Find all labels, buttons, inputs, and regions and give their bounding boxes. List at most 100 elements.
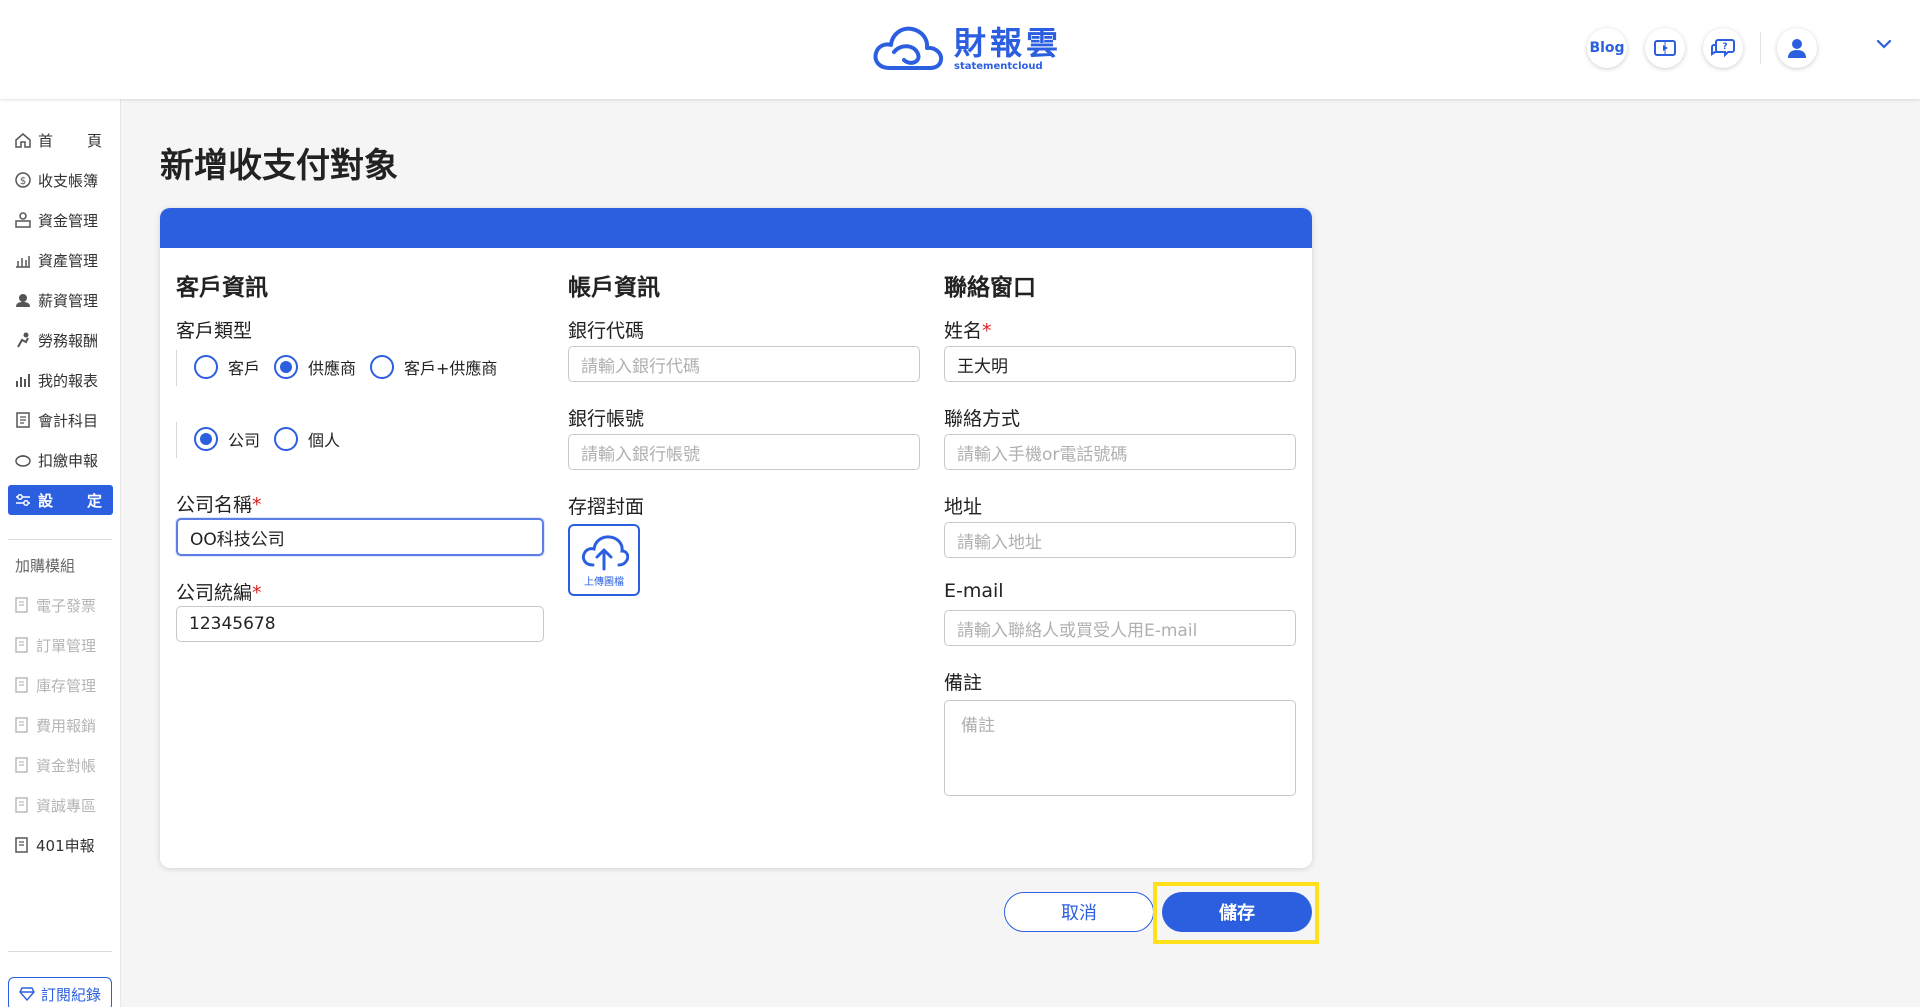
upload-image-button[interactable]: 上傳圖檔	[568, 524, 640, 596]
radio-individual[interactable]: 個人	[274, 427, 340, 451]
radio-circle	[274, 427, 298, 451]
sidebar-item-funds[interactable]: 資金管理	[8, 205, 113, 235]
tax-id-input[interactable]: 12345678	[176, 606, 544, 642]
subscription-label: 訂閱紀錄	[40, 985, 101, 1004]
bank-account-label: 銀行帳號	[568, 408, 645, 430]
sidebar-addon-reconcile[interactable]: 資金對帳	[8, 750, 113, 780]
contact-method-input[interactable]: 請輸入手機or電話號碼	[944, 434, 1296, 470]
report-bars-icon	[16, 374, 30, 387]
account-section-title: 帳戶資訊	[568, 275, 660, 301]
radio-label: 個人	[308, 431, 341, 450]
labor-icon	[17, 332, 29, 348]
video-book-icon	[1654, 40, 1676, 56]
radio-group-bar	[176, 422, 177, 458]
radio-circle-checked	[194, 427, 218, 451]
radio-circle-checked	[274, 355, 298, 379]
sidebar-item-home[interactable]: 首頁	[8, 125, 113, 155]
company-name-input[interactable]: OO科技公司	[176, 518, 544, 556]
bank-account-input[interactable]: 請輸入銀行帳號	[568, 434, 920, 470]
sidebar-addon-401[interactable]: 401申報	[8, 830, 113, 860]
lock-doc-icon	[15, 757, 28, 773]
sidebar-item-label: 庫存管理	[36, 676, 97, 695]
blog-button[interactable]: Blog	[1587, 28, 1627, 68]
upload-label: 上傳圖檔	[584, 576, 624, 588]
sidebar-addon-orders[interactable]: 訂單管理	[8, 630, 113, 660]
email-label: E-mail	[944, 580, 1004, 602]
home-icon	[15, 133, 31, 148]
sidebar-item-labor[interactable]: 勞務報酬	[8, 325, 113, 355]
user-avatar-button[interactable]	[1777, 28, 1817, 68]
contact-name-input[interactable]: 王大明	[944, 346, 1296, 382]
sidebar-addon-inventory[interactable]: 庫存管理	[8, 670, 113, 700]
sidebar-item-label: 資誠專區	[36, 796, 97, 815]
sidebar-item-reports[interactable]: 我的報表	[8, 365, 113, 395]
sidebar-item-label: 定	[86, 491, 102, 510]
app-logo[interactable]: 財報雲 statementcloud	[870, 22, 1062, 76]
cancel-button[interactable]: 取消	[1004, 892, 1154, 932]
bank-code-label: 銀行代碼	[568, 320, 645, 342]
cloud-upload-icon	[581, 534, 629, 570]
sidebar-item-label: 我的報表	[38, 371, 99, 390]
note-textarea[interactable]: 備註	[944, 700, 1296, 796]
contact-name-label: 姓名*	[944, 320, 992, 342]
sidebar-divider	[8, 539, 112, 540]
sidebar-item-label: 費用報銷	[36, 716, 97, 735]
sidebar-item-label: 資金對帳	[36, 756, 97, 775]
radio-customer[interactable]: 客戶	[194, 355, 260, 379]
sidebar-item-label: 資金管理	[38, 211, 99, 230]
help-chat-button[interactable]: ?	[1703, 28, 1743, 68]
blog-label: Blog	[1589, 40, 1625, 56]
lock-doc-icon	[15, 597, 28, 613]
sidebar-addon-expenses[interactable]: 費用報銷	[8, 710, 113, 740]
video-tutorial-button[interactable]	[1645, 28, 1685, 68]
bank-code-input[interactable]: 請輸入銀行代碼	[568, 346, 920, 382]
lock-doc-icon	[15, 677, 28, 693]
sidebar-item-settings[interactable]: 設定	[8, 485, 113, 515]
note-label: 備註	[944, 672, 983, 694]
address-input[interactable]: 請輸入地址	[944, 522, 1296, 558]
sidebar-item-label: 薪資管理	[38, 291, 99, 310]
save-highlight-box	[1153, 882, 1319, 944]
sidebar-item-label: 設	[38, 491, 54, 510]
email-input[interactable]: 請輸入聯絡人或買受人用E-mail	[944, 610, 1296, 646]
radio-supplier[interactable]: 供應商	[274, 355, 356, 379]
svg-text:$: $	[20, 176, 26, 187]
sidebar-item-ledger[interactable]: $ 收支帳簿	[8, 165, 113, 195]
customer-type-label: 客戶類型	[176, 320, 253, 342]
user-icon	[1788, 39, 1806, 58]
sidebar: 首頁 $ 收支帳簿 資金管理 資產管理 薪資管理 勞務報酬 我的報表 會計科目 …	[0, 99, 121, 1007]
sidebar-item-label: 扣繳申報	[38, 451, 99, 470]
sidebar-item-label: 頁	[86, 131, 102, 150]
money-circle-icon: $	[15, 172, 31, 188]
sidebar-item-label: 401申報	[36, 836, 95, 855]
radio-label: 供應商	[308, 359, 357, 378]
addon-group-title: 加購模組	[15, 557, 76, 575]
contact-section-title: 聯絡窗口	[944, 275, 1036, 301]
sidebar-item-assets[interactable]: 資產管理	[8, 245, 113, 275]
diamond-icon	[19, 987, 35, 1001]
doc-icon	[15, 837, 28, 853]
radio-label: 客戶	[228, 359, 261, 378]
radio-customer-supplier[interactable]: 客戶+供應商	[370, 355, 497, 379]
tax-id-label: 公司統編*	[176, 582, 262, 604]
funds-icon	[15, 212, 31, 228]
radio-company[interactable]: 公司	[194, 427, 260, 451]
company-name-label: 公司名稱*	[176, 494, 262, 516]
sidebar-item-withholding[interactable]: 扣繳申報	[8, 445, 113, 475]
radio-group-bar	[176, 350, 177, 386]
address-label: 地址	[944, 496, 983, 518]
sidebar-item-salary[interactable]: 薪資管理	[8, 285, 113, 315]
chevron-down-icon[interactable]	[1876, 38, 1892, 50]
salary-icon	[16, 294, 30, 307]
sidebar-addon-pwc[interactable]: 資誠專區	[8, 790, 113, 820]
sidebar-item-accounts[interactable]: 會計科目	[8, 405, 113, 435]
sidebar-item-label: 勞務報酬	[38, 331, 99, 350]
sidebar-addon-einvoice[interactable]: 電子發票	[8, 590, 113, 620]
radio-label: 公司	[228, 431, 261, 450]
cloud-logo-icon	[873, 26, 944, 70]
sidebar-item-label: 首	[38, 131, 54, 150]
subscription-record-button[interactable]: 訂閱紀錄	[8, 977, 112, 1007]
sidebar-item-label: 資產管理	[38, 251, 99, 270]
piggy-icon	[15, 455, 31, 467]
sidebar-divider	[8, 951, 112, 952]
